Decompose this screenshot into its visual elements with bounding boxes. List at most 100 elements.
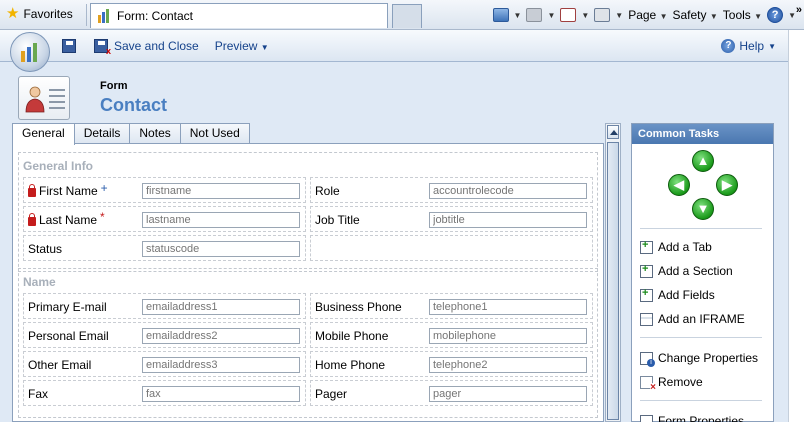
add-iframe-icon xyxy=(640,312,653,326)
move-arrows: ▲ ◀ ▶ ▼ xyxy=(668,150,738,220)
form-properties-link[interactable]: Form Properties xyxy=(640,413,744,422)
browser-command-bar: ★ Favorites Form: Contact ▼ ▼ ▼ ▼ Page ▼… xyxy=(0,0,804,30)
chevron-down-icon[interactable]: ▼ xyxy=(788,11,796,20)
add-section-link[interactable]: Add a Section xyxy=(640,263,733,279)
toolbar-actions: Save and Close Preview ▼ xyxy=(62,37,269,56)
task-label: Add a Tab xyxy=(658,240,712,254)
crm-form-editor-window: ★ Favorites Form: Contact ▼ ▼ ▼ ▼ Page ▼… xyxy=(0,0,804,422)
common-tasks-panel: Common Tasks ▲ ◀ ▶ ▼ Add a Tab Add a Sec… xyxy=(631,123,774,422)
favorites-button[interactable]: ★ Favorites xyxy=(6,6,73,22)
field-job-title[interactable]: Job Title xyxy=(310,206,593,232)
pager-input[interactable] xyxy=(429,386,587,402)
change-properties-link[interactable]: Change Properties xyxy=(640,350,759,367)
arrow-left-icon[interactable]: ◀ xyxy=(668,174,690,196)
page-menu[interactable]: Page ▼ xyxy=(628,8,667,22)
arrow-right-icon[interactable]: ▶ xyxy=(716,174,738,196)
common-tasks-title: Common Tasks xyxy=(632,124,773,144)
tab-notes[interactable]: Notes xyxy=(129,123,181,144)
field-label: Personal Email xyxy=(28,329,109,343)
business-phone-input[interactable] xyxy=(429,299,587,315)
new-tab-button[interactable] xyxy=(392,4,422,28)
preview-menu[interactable]: Preview ▼ xyxy=(215,39,269,53)
field-label: Other Email xyxy=(28,358,91,372)
arrow-down-icon[interactable]: ▼ xyxy=(692,198,714,220)
field-personal-email[interactable]: Personal Email xyxy=(23,322,306,348)
field-label: Role xyxy=(315,184,340,198)
form-kind-label: Form xyxy=(100,80,128,92)
field-home-phone[interactable]: Home Phone xyxy=(310,351,593,377)
other-email-input[interactable] xyxy=(142,357,300,373)
field-label: Mobile Phone xyxy=(315,329,388,343)
add-tab-link[interactable]: Add a Tab xyxy=(640,239,712,255)
section-title: General Info xyxy=(23,159,94,173)
primary-email-input[interactable] xyxy=(142,299,300,315)
mail-icon[interactable] xyxy=(560,8,577,22)
tab-general[interactable]: General xyxy=(12,123,75,145)
add-fields-link[interactable]: Add Fields xyxy=(640,287,715,303)
personal-email-input[interactable] xyxy=(142,328,300,344)
chevron-down-icon[interactable]: ▼ xyxy=(514,11,522,20)
feeds-icon[interactable] xyxy=(526,8,543,22)
field-business-phone[interactable]: Business Phone xyxy=(310,293,593,319)
chevron-down-icon[interactable]: ▼ xyxy=(581,11,589,20)
empty-cell[interactable] xyxy=(310,235,593,261)
remove-link[interactable]: Remove xyxy=(640,374,703,392)
task-label: Change Properties xyxy=(658,351,759,365)
page-title: Contact xyxy=(100,95,167,115)
tab-not-used[interactable]: Not Used xyxy=(179,123,250,144)
field-label-text: Fax xyxy=(28,387,49,401)
scroll-up-button[interactable] xyxy=(607,125,619,139)
status-input[interactable] xyxy=(142,241,300,257)
first-name-input[interactable] xyxy=(142,183,300,199)
browser-tab-title: Form: Contact xyxy=(117,9,194,23)
field-mobile-phone[interactable]: Mobile Phone xyxy=(310,322,593,348)
role-input[interactable] xyxy=(429,183,587,199)
print-icon[interactable] xyxy=(594,8,611,22)
help-menu[interactable]: ? Help ▼ xyxy=(721,37,776,55)
home-phone-input[interactable] xyxy=(429,357,587,373)
field-label: Primary E-mail xyxy=(28,300,107,314)
arrow-up-icon[interactable]: ▲ xyxy=(692,150,714,172)
page-scrollbar[interactable] xyxy=(788,30,804,422)
form-scrollbar[interactable] xyxy=(605,123,621,422)
field-label-text: Job Title xyxy=(315,213,360,227)
field-status[interactable]: Status xyxy=(23,235,306,261)
tab-details[interactable]: Details xyxy=(73,123,131,144)
favorites-star-icon: ★ xyxy=(6,5,20,22)
browser-tab[interactable]: Form: Contact xyxy=(90,3,388,28)
safety-menu[interactable]: Safety ▼ xyxy=(673,8,718,22)
field-last-name[interactable]: Last Name * xyxy=(23,206,306,232)
mobile-phone-input[interactable] xyxy=(429,328,587,344)
tasks-divider xyxy=(640,337,762,338)
save-and-close-button[interactable]: Save and Close xyxy=(114,39,199,53)
field-label: Last Name * xyxy=(28,210,105,227)
home-icon[interactable] xyxy=(492,8,509,22)
tools-menu[interactable]: Tools ▼ xyxy=(723,8,762,22)
scroll-thumb[interactable] xyxy=(607,142,619,420)
field-role[interactable]: Role xyxy=(310,177,593,203)
safety-menu-label: Safety xyxy=(672,8,707,22)
field-primary-email[interactable]: Primary E-mail xyxy=(23,293,306,319)
field-pager[interactable]: Pager xyxy=(310,380,593,406)
field-other-email[interactable]: Other Email xyxy=(23,351,306,377)
save-icon[interactable] xyxy=(62,39,76,53)
chevron-down-icon[interactable]: ▼ xyxy=(547,11,555,20)
last-name-input[interactable] xyxy=(142,212,300,228)
chevron-down-icon[interactable]: ▼ xyxy=(615,11,623,20)
dynamics-logo-icon xyxy=(98,9,109,23)
field-fax[interactable]: Fax xyxy=(23,380,306,406)
card-line xyxy=(49,101,65,103)
add-iframe-link[interactable]: Add an IFRAME xyxy=(640,311,745,327)
job-title-input[interactable] xyxy=(429,212,587,228)
tasks-divider xyxy=(640,400,762,401)
browser-help-icon[interactable]: ? xyxy=(767,7,784,23)
fax-input[interactable] xyxy=(142,386,300,402)
toolbar-divider xyxy=(86,4,87,26)
application-menu-orb[interactable] xyxy=(10,32,50,72)
field-first-name[interactable]: First Name + xyxy=(23,177,306,203)
field-label: Business Phone xyxy=(315,300,402,314)
lock-icon xyxy=(28,212,36,226)
card-line xyxy=(49,95,65,97)
field-label-text: Role xyxy=(315,184,340,198)
toolbar-overflow-icon[interactable]: » xyxy=(796,4,802,16)
